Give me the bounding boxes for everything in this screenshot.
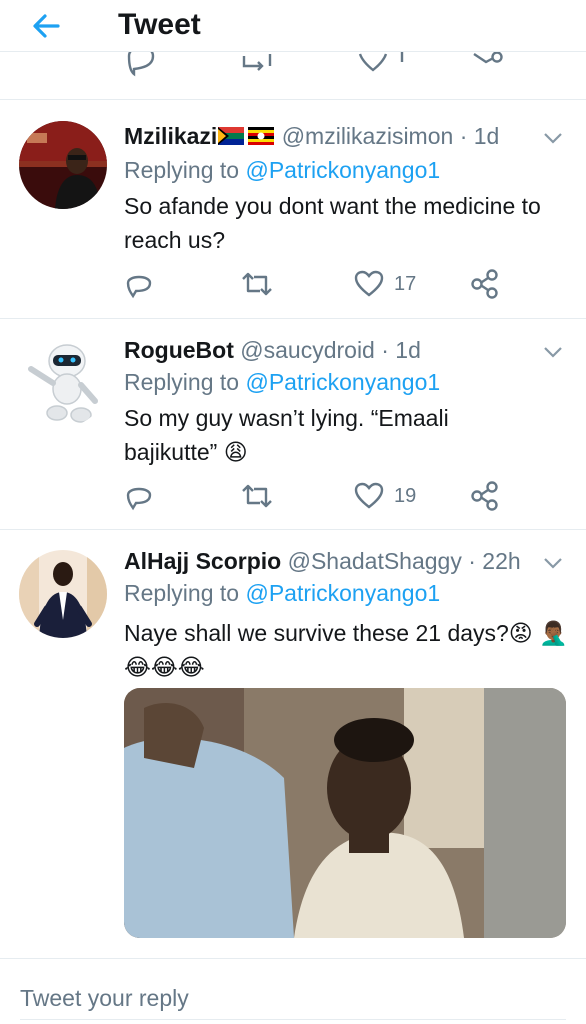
mention-link[interactable]: @Patrickonyango1 bbox=[245, 157, 440, 183]
retweet-button[interactable] bbox=[240, 481, 274, 511]
mention-link[interactable]: @Patrickonyango1 bbox=[245, 369, 440, 395]
like-count: 19 bbox=[394, 484, 417, 507]
tweet-text: So my guy wasn’t lying. “Emaali bajikutt… bbox=[124, 405, 449, 465]
reply-icon bbox=[126, 487, 152, 511]
timestamp[interactable]: · 22h bbox=[468, 548, 520, 574]
previous-tweet-actions bbox=[0, 52, 586, 100]
display-name[interactable]: RogueBot bbox=[124, 337, 234, 363]
like-count: 17 bbox=[394, 272, 417, 295]
like-button[interactable]: 17 bbox=[354, 269, 416, 299]
reply-button[interactable] bbox=[124, 269, 154, 299]
chevron-down-icon[interactable] bbox=[542, 552, 564, 574]
reply-composer[interactable]: Tweet your reply bbox=[0, 958, 586, 1024]
replying-prefix: Replying to bbox=[124, 369, 246, 395]
reply-icon[interactable] bbox=[124, 52, 158, 82]
back-arrow-icon[interactable] bbox=[28, 8, 64, 44]
share-button[interactable] bbox=[470, 481, 500, 511]
replying-prefix: Replying to bbox=[124, 580, 246, 606]
tweet-reply[interactable]: RogueBot @saucydroid · 1d Replying to @P… bbox=[0, 319, 586, 530]
handle[interactable]: @saucydroid bbox=[240, 337, 375, 363]
replying-to: Replying to @Patrickonyango1 bbox=[124, 580, 440, 607]
tweet-text: So afande you dont want the medicine to … bbox=[124, 193, 541, 253]
replying-to: Replying to @Patrickonyango1 bbox=[124, 369, 440, 396]
chevron-down-icon[interactable] bbox=[542, 341, 564, 363]
like-count-fragment bbox=[400, 52, 404, 62]
timestamp[interactable]: · 1d bbox=[381, 337, 421, 363]
tweet-image[interactable] bbox=[124, 688, 566, 938]
reply-icon bbox=[126, 275, 152, 299]
display-name[interactable]: AlHajj Scorpio bbox=[124, 548, 281, 574]
share-icon bbox=[471, 269, 498, 299]
reply-button[interactable] bbox=[124, 481, 154, 511]
retweet-button[interactable] bbox=[240, 269, 274, 299]
avatar[interactable] bbox=[19, 339, 107, 427]
tweet-reply[interactable]: Mzilikazi @mzilikazisimon · 1d Replying … bbox=[0, 101, 586, 319]
flag-emojis bbox=[217, 125, 275, 153]
share-icon bbox=[471, 481, 498, 511]
flags-icon bbox=[218, 127, 275, 145]
mention-link[interactable]: @Patrickonyango1 bbox=[245, 580, 440, 606]
handle[interactable]: @mzilikazisimon bbox=[282, 123, 454, 149]
tweet-header: RogueBot @saucydroid · 1d bbox=[124, 337, 421, 364]
retweet-icon[interactable] bbox=[240, 52, 274, 82]
timestamp[interactable]: · 1d bbox=[460, 123, 500, 149]
handle[interactable]: @ShadatShaggy bbox=[288, 548, 462, 574]
tweet-text: Naye shall we survive these 21 days?😡 🤦🏾… bbox=[124, 620, 568, 680]
like-icon[interactable] bbox=[356, 52, 390, 82]
page-title: Tweet bbox=[118, 8, 201, 41]
replying-to: Replying to @Patrickonyango1 bbox=[124, 157, 440, 184]
tweet-actions: 19 bbox=[124, 481, 524, 511]
heart-icon bbox=[354, 482, 384, 509]
avatar[interactable] bbox=[19, 121, 107, 209]
tweet-header: Mzilikazi @mzilikazisimon · 1d bbox=[124, 123, 499, 153]
divider bbox=[20, 1019, 566, 1020]
replying-prefix: Replying to bbox=[124, 157, 246, 183]
like-button[interactable]: 19 bbox=[354, 481, 416, 511]
heart-icon bbox=[354, 270, 384, 297]
reply-input[interactable]: Tweet your reply bbox=[20, 985, 189, 1012]
avatar[interactable] bbox=[19, 550, 107, 638]
tweet-header: AlHajj Scorpio @ShadatShaggy · 22h bbox=[124, 548, 521, 575]
display-name[interactable]: Mzilikazi bbox=[124, 123, 217, 149]
top-bar: Tweet bbox=[0, 0, 586, 52]
retweet-icon bbox=[242, 272, 272, 296]
retweet-icon bbox=[242, 484, 272, 508]
share-button[interactable] bbox=[470, 269, 500, 299]
tweet-actions: 17 bbox=[124, 269, 524, 299]
chevron-down-icon[interactable] bbox=[542, 127, 564, 149]
share-icon[interactable] bbox=[470, 52, 504, 82]
